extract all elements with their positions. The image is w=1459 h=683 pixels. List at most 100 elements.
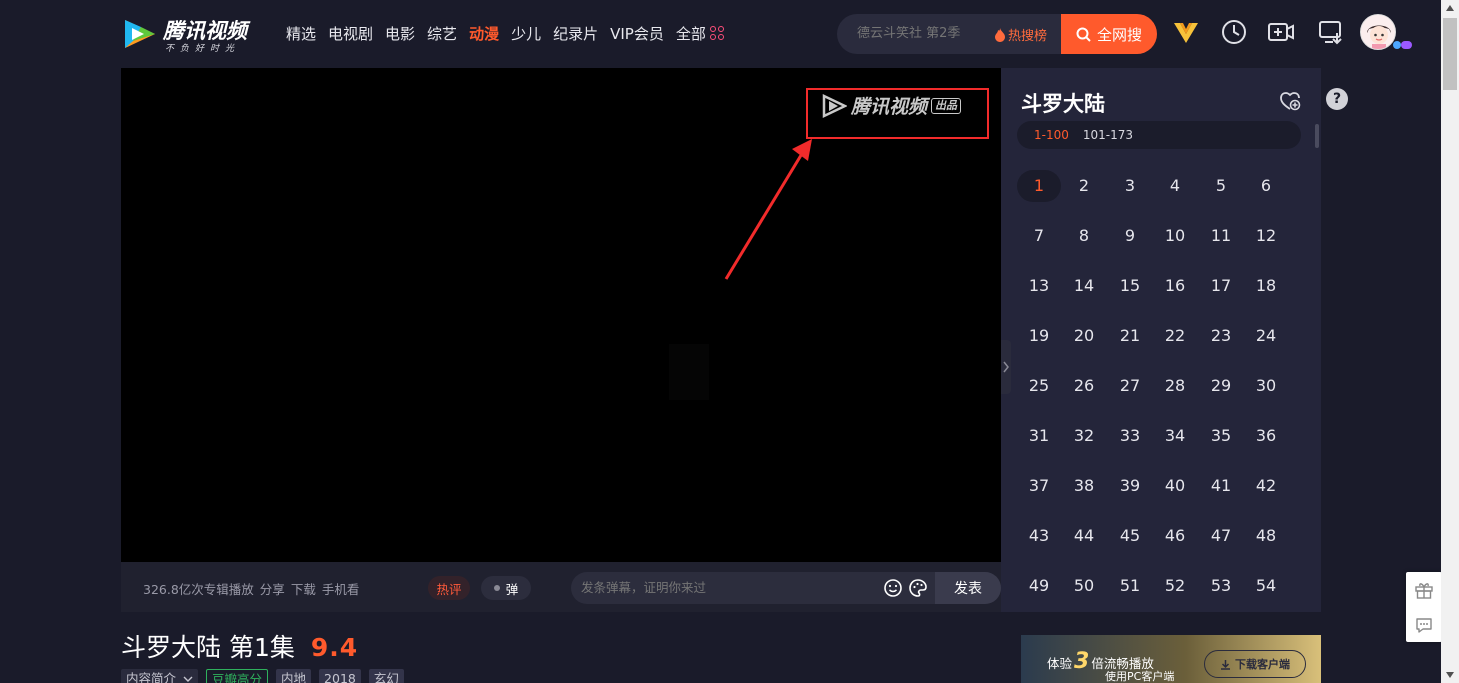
tag-genre[interactable]: 玄幻 bbox=[368, 669, 404, 683]
episode-item[interactable]: 27 bbox=[1108, 370, 1152, 402]
episode-item[interactable]: 51 bbox=[1108, 570, 1152, 602]
danmu-toggle[interactable]: 弹 bbox=[481, 576, 531, 600]
episode-item[interactable]: 31 bbox=[1017, 420, 1061, 452]
episode-item[interactable]: 16 bbox=[1153, 270, 1197, 302]
panel-collapse-handle[interactable] bbox=[1001, 340, 1011, 394]
mobile-watch-link[interactable]: 手机看 bbox=[322, 579, 360, 598]
danmu-input[interactable] bbox=[581, 580, 861, 595]
episode-item[interactable]: 8 bbox=[1062, 220, 1106, 252]
episode-item[interactable]: 19 bbox=[1017, 320, 1061, 352]
episode-item[interactable]: 30 bbox=[1244, 370, 1288, 402]
scroll-up-arrow-icon[interactable] bbox=[1445, 4, 1455, 12]
feedback-icon[interactable] bbox=[1414, 615, 1434, 635]
nav-item-documentary[interactable]: 纪录片 bbox=[553, 24, 598, 44]
nav-item-kids[interactable]: 少儿 bbox=[511, 24, 541, 44]
episode-item[interactable]: 22 bbox=[1153, 320, 1197, 352]
episode-item[interactable]: 37 bbox=[1017, 470, 1061, 502]
nav-item-all[interactable]: 全部 bbox=[676, 24, 726, 44]
favorite-add-icon[interactable] bbox=[1279, 90, 1301, 112]
nav-item-tv[interactable]: 电视剧 bbox=[328, 24, 373, 44]
tencent-video-logo[interactable]: 腾讯视频 不负好时光 bbox=[121, 15, 261, 55]
download-client-button[interactable]: 下载客户端 bbox=[1204, 650, 1306, 678]
download-client-icon[interactable] bbox=[1317, 18, 1345, 46]
nav-item-anime[interactable]: 动漫 bbox=[469, 24, 499, 44]
episode-item[interactable]: 18 bbox=[1244, 270, 1288, 302]
palette-icon[interactable] bbox=[908, 578, 928, 598]
episode-item[interactable]: 11 bbox=[1199, 220, 1243, 252]
episode-item[interactable]: 47 bbox=[1199, 520, 1243, 552]
tag-region[interactable]: 内地 bbox=[276, 669, 312, 683]
episode-scrollbar[interactable] bbox=[1315, 124, 1319, 148]
search-input[interactable] bbox=[857, 26, 997, 41]
share-link[interactable]: 分享 bbox=[260, 579, 285, 598]
gift-icon[interactable] bbox=[1414, 580, 1434, 600]
avatar[interactable] bbox=[1360, 14, 1396, 50]
emoji-icon[interactable] bbox=[883, 578, 903, 598]
episode-item[interactable]: 14 bbox=[1062, 270, 1106, 302]
episode-item[interactable]: 13 bbox=[1017, 270, 1061, 302]
page-scrollbar[interactable] bbox=[1441, 0, 1459, 683]
episode-item[interactable]: 43 bbox=[1017, 520, 1061, 552]
episode-item[interactable]: 49 bbox=[1017, 570, 1061, 602]
upload-icon[interactable] bbox=[1267, 18, 1295, 46]
tag-douban[interactable]: 豆瓣高分 bbox=[206, 669, 269, 683]
episode-item[interactable]: 25 bbox=[1017, 370, 1061, 402]
episode-item[interactable]: 26 bbox=[1062, 370, 1106, 402]
episode-item[interactable]: 33 bbox=[1108, 420, 1152, 452]
episode-item[interactable]: 41 bbox=[1199, 470, 1243, 502]
episode-item[interactable]: 46 bbox=[1153, 520, 1197, 552]
episode-item[interactable]: 38 bbox=[1062, 470, 1106, 502]
video-player[interactable]: 腾讯视频 出品 bbox=[121, 68, 1001, 562]
scroll-thumb[interactable] bbox=[1443, 18, 1457, 90]
episode-item[interactable]: 12 bbox=[1244, 220, 1288, 252]
episode-item[interactable]: 36 bbox=[1244, 420, 1288, 452]
scroll-down-arrow-icon[interactable] bbox=[1445, 671, 1455, 679]
nav-item-movie[interactable]: 电影 bbox=[385, 24, 415, 44]
episode-item[interactable]: 6 bbox=[1244, 170, 1288, 202]
episode-item[interactable]: 54 bbox=[1244, 570, 1288, 602]
episode-item[interactable]: 1 bbox=[1017, 170, 1061, 202]
episode-item[interactable]: 17 bbox=[1199, 270, 1243, 302]
episode-item[interactable]: 10 bbox=[1153, 220, 1197, 252]
episode-item[interactable]: 20 bbox=[1062, 320, 1106, 352]
search-button[interactable]: 全网搜 bbox=[1061, 14, 1157, 54]
episode-item[interactable]: 48 bbox=[1244, 520, 1288, 552]
vip-icon[interactable] bbox=[1172, 18, 1200, 46]
range-tab-1-100[interactable]: 1-100 bbox=[1034, 128, 1069, 142]
client-download-banner[interactable]: 体验 3 倍流畅播放 使用PC客户端 下载客户端 bbox=[1021, 635, 1321, 683]
range-tab-101-173[interactable]: 101-173 bbox=[1083, 128, 1133, 142]
episode-item[interactable]: 42 bbox=[1244, 470, 1288, 502]
episode-item[interactable]: 52 bbox=[1153, 570, 1197, 602]
episode-item[interactable]: 21 bbox=[1108, 320, 1152, 352]
nav-item-vip[interactable]: VIP会员 bbox=[610, 24, 664, 44]
intro-dropdown[interactable]: 内容简介 bbox=[121, 669, 199, 683]
episode-item[interactable]: 35 bbox=[1199, 420, 1243, 452]
episode-item[interactable]: 50 bbox=[1062, 570, 1106, 602]
episode-item[interactable]: 32 bbox=[1062, 420, 1106, 452]
episode-item[interactable]: 7 bbox=[1017, 220, 1061, 252]
send-danmu-button[interactable]: 发表 bbox=[935, 572, 1001, 604]
episode-item[interactable]: 53 bbox=[1199, 570, 1243, 602]
nav-item-variety[interactable]: 综艺 bbox=[427, 24, 457, 44]
episode-item[interactable]: 45 bbox=[1108, 520, 1152, 552]
episode-item[interactable]: 3 bbox=[1108, 170, 1152, 202]
episode-item[interactable]: 28 bbox=[1153, 370, 1197, 402]
episode-item[interactable]: 39 bbox=[1108, 470, 1152, 502]
tag-year[interactable]: 2018 bbox=[319, 669, 361, 683]
hot-comment-button[interactable]: 热评 bbox=[428, 576, 470, 600]
history-icon[interactable] bbox=[1220, 18, 1248, 46]
hot-rank-link[interactable]: 热搜榜 bbox=[994, 25, 1047, 44]
episode-item[interactable]: 44 bbox=[1062, 520, 1106, 552]
help-icon[interactable]: ? bbox=[1326, 88, 1348, 110]
episode-item[interactable]: 29 bbox=[1199, 370, 1243, 402]
nav-item-featured[interactable]: 精选 bbox=[286, 24, 316, 44]
episode-item[interactable]: 4 bbox=[1153, 170, 1197, 202]
episode-item[interactable]: 40 bbox=[1153, 470, 1197, 502]
episode-item[interactable]: 5 bbox=[1199, 170, 1243, 202]
episode-item[interactable]: 24 bbox=[1244, 320, 1288, 352]
download-link[interactable]: 下载 bbox=[291, 579, 316, 598]
episode-item[interactable]: 2 bbox=[1062, 170, 1106, 202]
episode-item[interactable]: 9 bbox=[1108, 220, 1152, 252]
episode-item[interactable]: 15 bbox=[1108, 270, 1152, 302]
episode-item[interactable]: 34 bbox=[1153, 420, 1197, 452]
